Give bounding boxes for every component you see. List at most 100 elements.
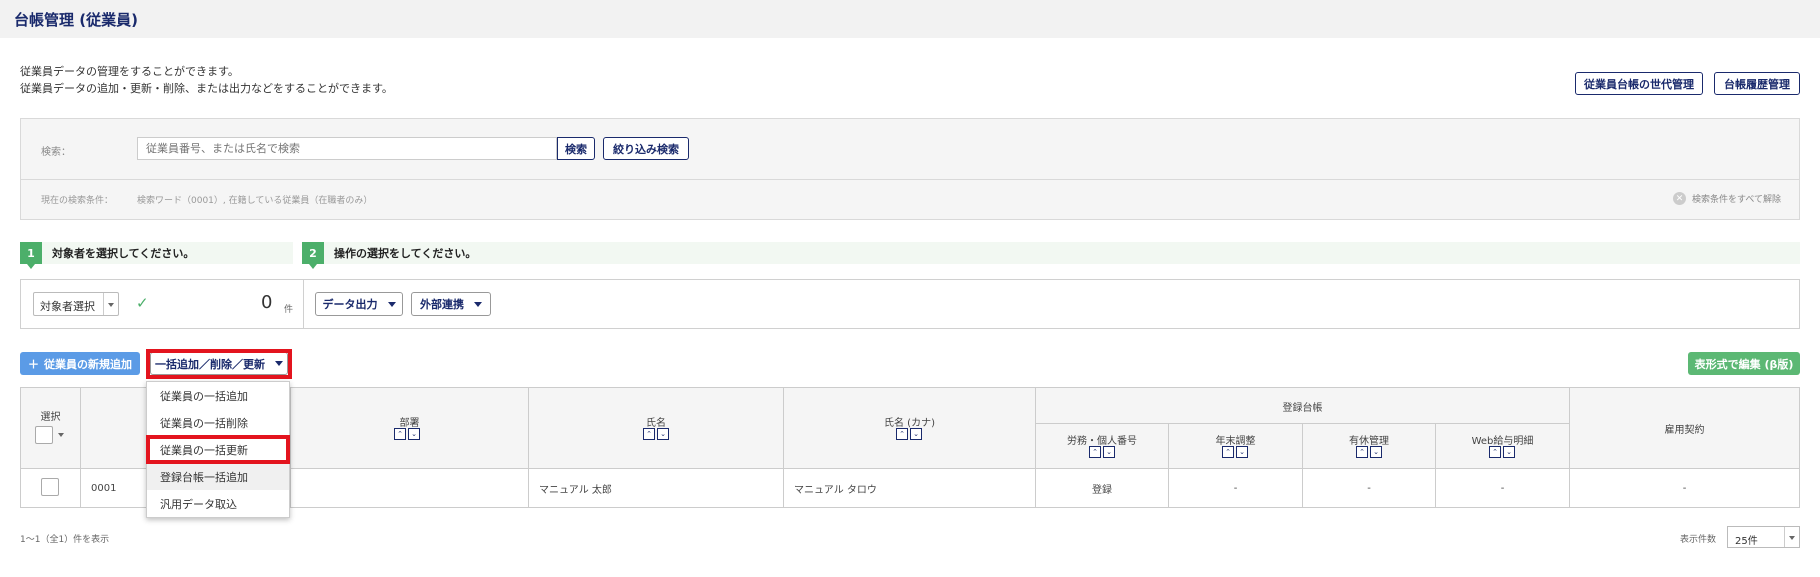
chevron-down-icon	[387, 301, 396, 307]
header-name-label: 氏名	[646, 418, 666, 429]
per-page-value: 25件	[1735, 536, 1758, 547]
sort-asc-icon: ⌃	[643, 428, 655, 440]
plus-icon: ＋	[28, 357, 39, 371]
cell-dept	[291, 469, 529, 507]
search-label: 検索：	[41, 147, 71, 158]
search-button[interactable]: 検索	[557, 137, 595, 160]
page-title: 台帳管理 (従業員)	[14, 11, 138, 29]
step-2-label: 操作の選択をしてください。	[334, 247, 477, 260]
cell-web-payslip: -	[1436, 469, 1570, 507]
bulk-dropdown-menu: 従業員の一括追加 従業員の一括削除 従業員の一括更新 登録台帳一括追加 汎用デー…	[146, 381, 290, 518]
search-input[interactable]	[137, 137, 557, 160]
header-kana: 氏名 (カナ) ⌃ ⌄	[784, 388, 1036, 469]
table-edit-button[interactable]: 表形式で編集 (β版)	[1688, 352, 1800, 375]
condition-label: 現在の検索条件：	[41, 196, 114, 206]
cell-leave: -	[1303, 469, 1436, 507]
header-web-payslip-label: Web給与明細	[1471, 436, 1534, 447]
per-page-label: 表示件数	[1680, 535, 1717, 545]
check-icon: ✓	[136, 294, 149, 312]
sort-desc-icon: ⌄	[1103, 446, 1115, 458]
chevron-down-icon	[275, 361, 283, 366]
close-icon: ✕	[1672, 192, 1686, 205]
sort-controls[interactable]: ⌃ ⌄	[1089, 446, 1115, 458]
sort-desc-icon: ⌄	[910, 428, 922, 440]
header-labor: 労務・個人番号 ⌃ ⌄	[1036, 424, 1169, 469]
cell-labor[interactable]: 登録	[1036, 469, 1169, 507]
sort-controls[interactable]: ⌃ ⌄	[1356, 446, 1382, 458]
cell-kana: マニュアル タロウ	[784, 469, 1036, 507]
cell-contract: -	[1570, 469, 1799, 507]
step-2-banner: 2 操作の選択をしてください。	[302, 242, 1800, 269]
header-labor-label: 労務・個人番号	[1067, 436, 1137, 447]
header-yearend-label: 年末調整	[1215, 436, 1256, 447]
clear-conditions-link[interactable]: ✕ 検索条件をすべて解除	[1672, 192, 1781, 205]
cell-name[interactable]: マニュアル 太郎	[529, 469, 784, 507]
header-contract: 雇用契約	[1570, 388, 1799, 469]
per-page-select[interactable]: 25件	[1727, 526, 1800, 548]
sort-desc-icon: ⌄	[408, 428, 420, 440]
menu-item-register-ledger[interactable]: 登録台帳一括追加	[147, 463, 289, 490]
header-leave: 有休管理 ⌃ ⌄	[1303, 424, 1436, 469]
add-employee-button[interactable]: ＋ 従業員の新規追加	[20, 352, 140, 375]
cell-yearend: -	[1169, 469, 1303, 507]
condition-value: 検索ワード（0001）, 在籍している従業員（在職者のみ）	[137, 196, 373, 206]
table-row-select	[21, 469, 81, 507]
sort-controls[interactable]: ⌃ ⌄	[1489, 446, 1515, 458]
sort-controls[interactable]: ⌃ ⌄	[1222, 446, 1248, 458]
sort-asc-icon: ⌃	[394, 428, 406, 440]
sort-desc-icon: ⌄	[1236, 446, 1248, 458]
target-select-dropdown[interactable]: 対象者選択	[33, 292, 119, 316]
data-output-button[interactable]: データ出力	[315, 292, 403, 316]
header-select: 選択	[21, 388, 81, 469]
step-1-banner: 1 対象者を選択してください。	[20, 242, 293, 269]
search-panel: 検索： 検索 絞り込み検索 現在の検索条件： 検索ワード（0001）, 在籍して…	[20, 118, 1800, 220]
step-1-number: 1	[20, 242, 42, 269]
header-leave-label: 有休管理	[1349, 436, 1389, 447]
header-registered-group: 登録台帳	[1036, 388, 1570, 424]
search-divider	[21, 179, 1799, 180]
header-dept-label: 部署	[399, 418, 420, 429]
header-name: 氏名 ⌃ ⌄	[529, 388, 784, 469]
header-dept: 部署 ⌃ ⌄	[291, 388, 529, 469]
header-select-label: 選択	[40, 412, 61, 423]
menu-item-bulk-update[interactable]: 従業員の一括更新	[147, 436, 289, 463]
external-link-label: 外部連携	[420, 298, 464, 311]
row-checkbox[interactable]	[41, 478, 59, 496]
header-registered-label: 登録台帳	[1282, 403, 1323, 414]
chevron-down-icon	[474, 301, 482, 307]
selected-count-unit: 件	[284, 305, 294, 315]
select-all-checkbox[interactable]	[35, 426, 53, 444]
bulk-operation-button[interactable]: 一括追加／削除／更新	[150, 352, 288, 375]
header-contract-label: 雇用契約	[1664, 425, 1705, 436]
step-1-label: 対象者を選択してください。	[52, 247, 195, 260]
sort-controls[interactable]: ⌃ ⌄	[896, 428, 922, 440]
description-line-1: 従業員データの管理をすることができます。	[20, 65, 239, 78]
sort-controls[interactable]: ⌃ ⌄	[394, 428, 420, 440]
bulk-operation-label: 一括追加／削除／更新	[155, 357, 265, 371]
sort-asc-icon: ⌃	[1356, 446, 1368, 458]
sort-asc-icon: ⌃	[896, 428, 908, 440]
data-output-label: データ出力	[322, 298, 378, 311]
chevron-down-icon	[58, 433, 64, 437]
sort-desc-icon: ⌄	[1370, 446, 1382, 458]
sort-desc-icon: ⌄	[657, 428, 669, 440]
add-employee-label: 従業員の新規追加	[44, 357, 132, 371]
step-2-number: 2	[302, 242, 324, 269]
external-link-button[interactable]: 外部連携	[411, 292, 491, 316]
pagination-summary: 1～1（全1）件を表示	[20, 535, 110, 545]
menu-item-bulk-add[interactable]: 従業員の一括追加	[147, 382, 289, 409]
filter-search-button[interactable]: 絞り込み検索	[603, 137, 689, 160]
sort-controls[interactable]: ⌃ ⌄	[643, 428, 669, 440]
selected-count: 0	[261, 292, 273, 313]
chevron-down-icon	[108, 303, 114, 307]
header-kana-label: 氏名 (カナ)	[884, 418, 935, 429]
history-management-button[interactable]: 台帳履歴管理	[1714, 72, 1800, 95]
menu-item-import-data[interactable]: 汎用データ取込	[147, 490, 289, 517]
header-yearend: 年末調整 ⌃ ⌄	[1169, 424, 1303, 469]
target-select-label: 対象者選択	[40, 300, 95, 313]
operation-panel: 対象者選択 ✓ 0 件 データ出力 外部連携	[20, 279, 1800, 329]
sort-asc-icon: ⌃	[1222, 446, 1234, 458]
menu-item-bulk-delete[interactable]: 従業員の一括削除	[147, 409, 289, 436]
sort-desc-icon: ⌄	[1503, 446, 1515, 458]
generation-management-button[interactable]: 従業員台帳の世代管理	[1575, 72, 1703, 95]
